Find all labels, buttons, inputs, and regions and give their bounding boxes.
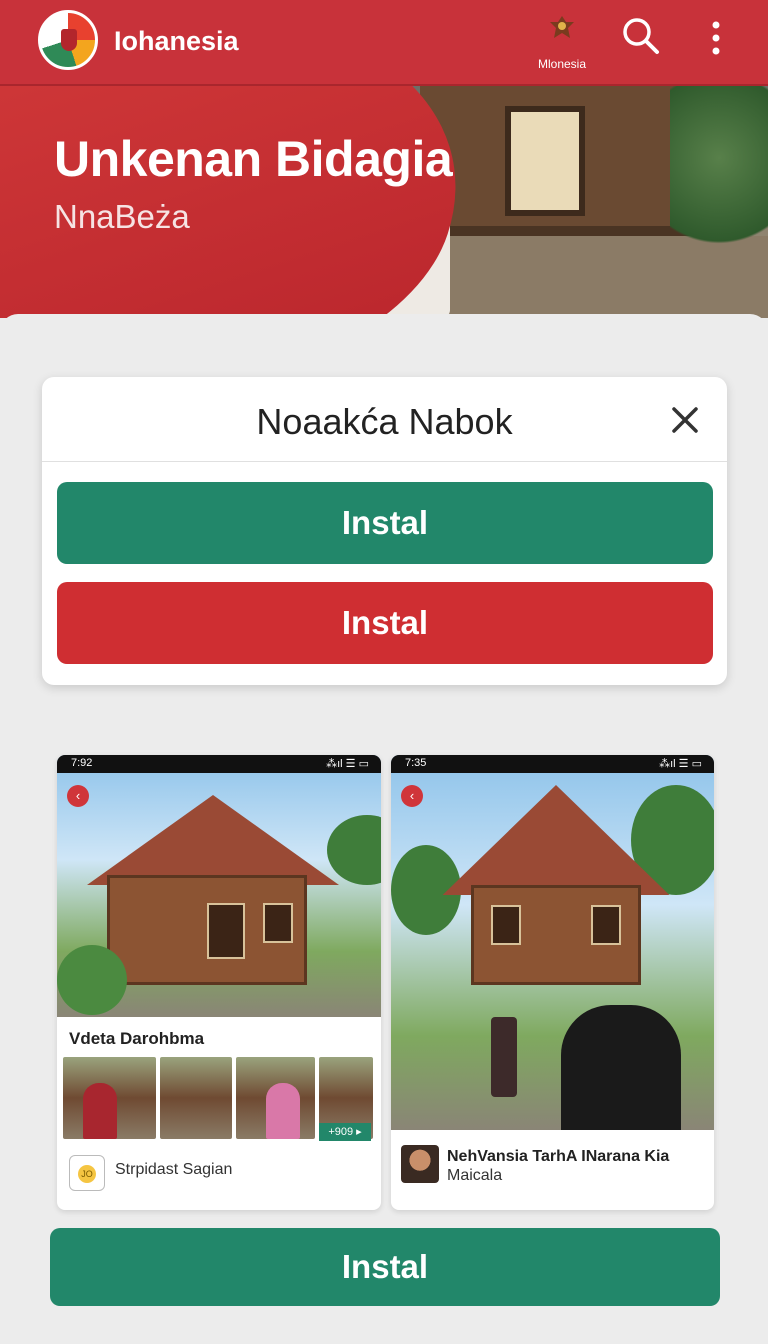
hero-tree [670, 86, 768, 266]
status-time: 7:92 [71, 757, 93, 769]
install-dialog: Noaakća Nabok Instal Instal [42, 377, 727, 685]
status-signal: ⁂ıl ☰ ▭ [659, 758, 702, 770]
screenshot-image-1 [57, 755, 381, 1017]
install-button-secondary[interactable]: Instal [57, 582, 713, 664]
screenshot-title: Vdeta Darohbma [69, 1029, 205, 1048]
app-logo[interactable] [38, 10, 98, 70]
search-icon[interactable] [620, 16, 660, 56]
thumbnail [236, 1057, 315, 1139]
dialog-title: Noaakća Nabok [256, 401, 513, 442]
hero-subtitle: NnaBeża [54, 198, 190, 235]
hero-banner: Unkenan Bidagia NnaBeża [0, 86, 768, 318]
screenshot-image-2 [391, 755, 714, 1130]
thumbnail [160, 1057, 232, 1139]
back-icon: ‹ [67, 785, 89, 807]
close-icon[interactable] [668, 403, 702, 437]
screenshot-card-2[interactable]: 7:35 ⁂ıl ☰ ▭ ‹ NehVansia TarhA INarana K… [391, 755, 714, 1210]
install-button-bottom[interactable]: Instal [50, 1228, 720, 1306]
install-button-primary[interactable]: Instal [57, 482, 713, 564]
screenshot-subtitle: Maicala [447, 1167, 503, 1184]
status-bar: 7:35 ⁂ıl ☰ ▭ [391, 755, 714, 773]
app-icon [69, 1155, 105, 1191]
more-badge: +909 ▸ [319, 1123, 371, 1141]
screenshot-title: NehVansia TarhA INarana Kia [447, 1148, 670, 1165]
app-title: Iohanesia [114, 26, 239, 56]
emblem-label: Mlonesia [537, 57, 587, 71]
back-icon: ‹ [401, 785, 423, 807]
status-bar: 7:92 ⁂ıl ☰ ▭ [57, 755, 381, 773]
status-signal: ⁂ıl ☰ ▭ [326, 758, 369, 770]
app-bar: Iohanesia Mlonesia [0, 0, 768, 86]
screenshot-footer: Strpidast Sagian [115, 1161, 233, 1178]
screenshot-card-1[interactable]: 7:92 ⁂ıl ☰ ▭ ‹ Vdeta Darohbma +909 ▸ Str… [57, 755, 381, 1210]
overflow-menu-icon[interactable] [704, 20, 728, 56]
status-time: 7:35 [405, 757, 427, 769]
avatar [401, 1145, 439, 1183]
dialog-divider [42, 461, 727, 462]
thumbnail [63, 1057, 156, 1139]
hero-house-door [505, 106, 585, 216]
garuda-emblem-icon [550, 16, 574, 38]
hero-title: Unkenan Bidagia [54, 131, 453, 187]
